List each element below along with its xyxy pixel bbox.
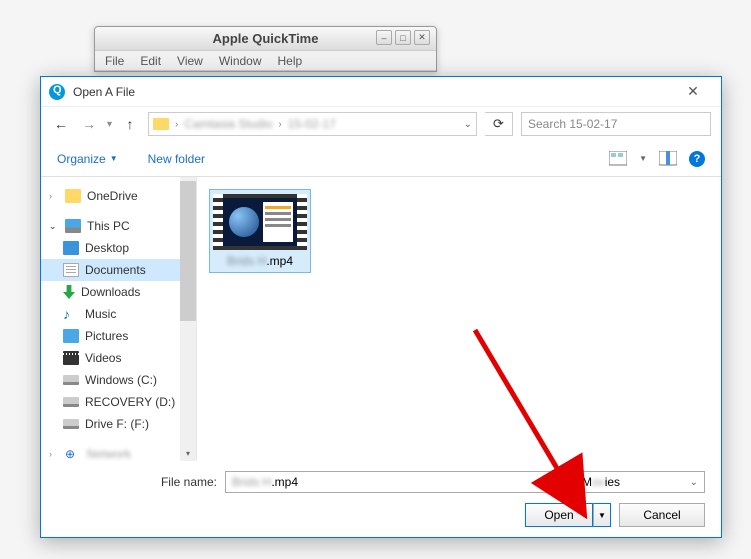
tree-expand-icon[interactable]: › [49,191,59,201]
tree-collapse-icon[interactable]: ⌄ [49,221,59,232]
disk-icon [63,375,79,385]
sidebar-item-label: Pictures [85,329,128,343]
sidebar-item-desktop[interactable]: Desktop [41,237,196,259]
pc-icon [65,219,81,233]
sidebar-item-label: Downloads [81,285,140,299]
open-button-group: Open ▼ [525,503,611,527]
qt-window-controls: – □ ✕ [376,30,430,45]
organize-menu[interactable]: Organize ▼ [57,152,118,166]
sidebar-item-videos[interactable]: Videos [41,347,196,369]
dialog-nav-row: ← → ▾ ↑ › Camtasia Studio › 15-02-17 ⌄ ⟳… [41,107,721,141]
pictures-icon [63,329,79,343]
sidebar-item-onedrive[interactable]: › OneDrive [41,185,196,207]
qt-menu-window[interactable]: Window [213,52,268,70]
chevron-down-icon: ▼ [110,154,118,163]
dialog-title: Open A File [73,85,673,99]
view-mode-button[interactable] [609,151,627,167]
sidebar-item-label: Desktop [85,241,129,255]
dialog-titlebar[interactable]: Open A File ✕ [41,77,721,107]
qt-menu-file[interactable]: File [99,52,130,70]
search-input[interactable]: Search 15-02-17 [521,112,711,136]
sidebar-item-downloads[interactable]: Downloads [41,281,196,303]
file-item[interactable]: Brids H.mp4 [209,189,311,273]
help-button[interactable]: ? [689,151,705,167]
file-type-filter[interactable]: Movies ⌄ [575,471,705,493]
file-item-label: Brids H.mp4 [227,254,293,268]
sidebar-item-thispc[interactable]: ⌄ This PC [41,215,196,237]
nav-history-dropdown[interactable]: ▾ [107,119,112,130]
nav-back-button[interactable]: ← [51,116,71,132]
dialog-toolbar: Organize ▼ New folder ▼ ? [41,141,721,177]
sidebar-item-documents[interactable]: Documents [41,259,196,281]
sidebar-item-label: OneDrive [87,189,138,203]
sidebar-item-drive-f[interactable]: Drive F: (F:) [41,413,196,435]
dialog-body: › OneDrive ⌄ This PC Desktop Documents [41,177,721,461]
chevron-icon: › [175,119,178,130]
sidebar-item-label: RECOVERY (D:) [85,395,175,409]
tree-expand-icon[interactable]: › [49,449,59,459]
sidebar-item-music[interactable]: ♪ Music [41,303,196,325]
open-dropdown-button[interactable]: ▼ [593,503,611,527]
sidebar-item-network[interactable]: › ⊕ Network [41,443,196,461]
organize-label: Organize [57,152,106,166]
refresh-button[interactable]: ⟳ [485,112,513,136]
dialog-footer: File name: Brids H.mp4 ⌄ Movies ⌄ Open ▼… [41,461,721,537]
address-bar[interactable]: › Camtasia Studio › 15-02-17 ⌄ [148,112,477,136]
address-history-dropdown[interactable]: ⌄ [464,119,472,130]
new-folder-button[interactable]: New folder [148,152,205,166]
chevron-icon: › [278,119,281,130]
qt-minimize-button[interactable]: – [376,30,392,45]
sidebar-scrollbar[interactable]: ▴ ▾ [180,177,196,461]
sidebar-item-label: Network [87,447,131,461]
disk-icon [63,419,79,429]
sidebar-item-label: Drive F: (F:) [85,417,149,431]
cancel-button[interactable]: Cancel [619,503,705,527]
breadcrumb-part[interactable]: 15-02-17 [288,117,336,131]
preview-pane-button[interactable] [659,151,677,167]
disk-icon [63,397,79,407]
nav-forward-button[interactable]: → [79,116,99,132]
nav-up-button[interactable]: ↑ [120,116,140,132]
desktop-icon [63,241,79,255]
open-button[interactable]: Open [525,503,593,527]
folder-icon [153,118,169,130]
qt-close-button[interactable]: ✕ [414,30,430,45]
filename-label: File name: [57,475,217,489]
qt-maximize-button[interactable]: □ [395,30,411,45]
qt-menu-edit[interactable]: Edit [134,52,167,70]
documents-icon [63,263,79,277]
file-list-area[interactable]: Brids H.mp4 [197,177,721,461]
videos-icon [63,351,79,365]
qt-titlebar[interactable]: Apple QuickTime – □ ✕ [95,27,436,51]
network-icon: ⊕ [65,447,81,461]
music-icon: ♪ [63,307,79,321]
downloads-icon [63,285,75,299]
qt-menu-view[interactable]: View [171,52,209,70]
sidebar-item-label: Documents [85,263,146,277]
sidebar-item-label: Windows (C:) [85,373,157,387]
sidebar-item-label: Music [85,307,116,321]
chevron-down-icon[interactable]: ⌄ [552,477,560,488]
navigation-sidebar: › OneDrive ⌄ This PC Desktop Documents [41,177,197,461]
dialog-close-button[interactable]: ✕ [673,80,713,104]
view-mode-dropdown[interactable]: ▼ [639,154,647,163]
open-file-dialog: Open A File ✕ ← → ▾ ↑ › Camtasia Studio … [40,76,722,538]
onedrive-icon [65,189,81,203]
chevron-down-icon[interactable]: ⌄ [690,477,698,488]
quicktime-window: Apple QuickTime – □ ✕ File Edit View Win… [94,26,437,72]
quicktime-app-icon [49,84,65,100]
scroll-down-button[interactable]: ▾ [180,445,196,461]
qt-title: Apple QuickTime [213,31,319,46]
sidebar-item-pictures[interactable]: Pictures [41,325,196,347]
breadcrumb-part[interactable]: Camtasia Studio [184,117,272,131]
sidebar-item-recovery-disk[interactable]: RECOVERY (D:) [41,391,196,413]
qt-menubar: File Edit View Window Help [95,51,436,71]
qt-menu-help[interactable]: Help [272,52,309,70]
filename-input[interactable]: Brids H.mp4 ⌄ [225,471,567,493]
sidebar-item-label: This PC [87,219,130,233]
scroll-thumb[interactable] [180,181,196,321]
video-thumbnail [213,194,307,250]
sidebar-item-label: Videos [85,351,121,365]
sidebar-item-windows-disk[interactable]: Windows (C:) [41,369,196,391]
